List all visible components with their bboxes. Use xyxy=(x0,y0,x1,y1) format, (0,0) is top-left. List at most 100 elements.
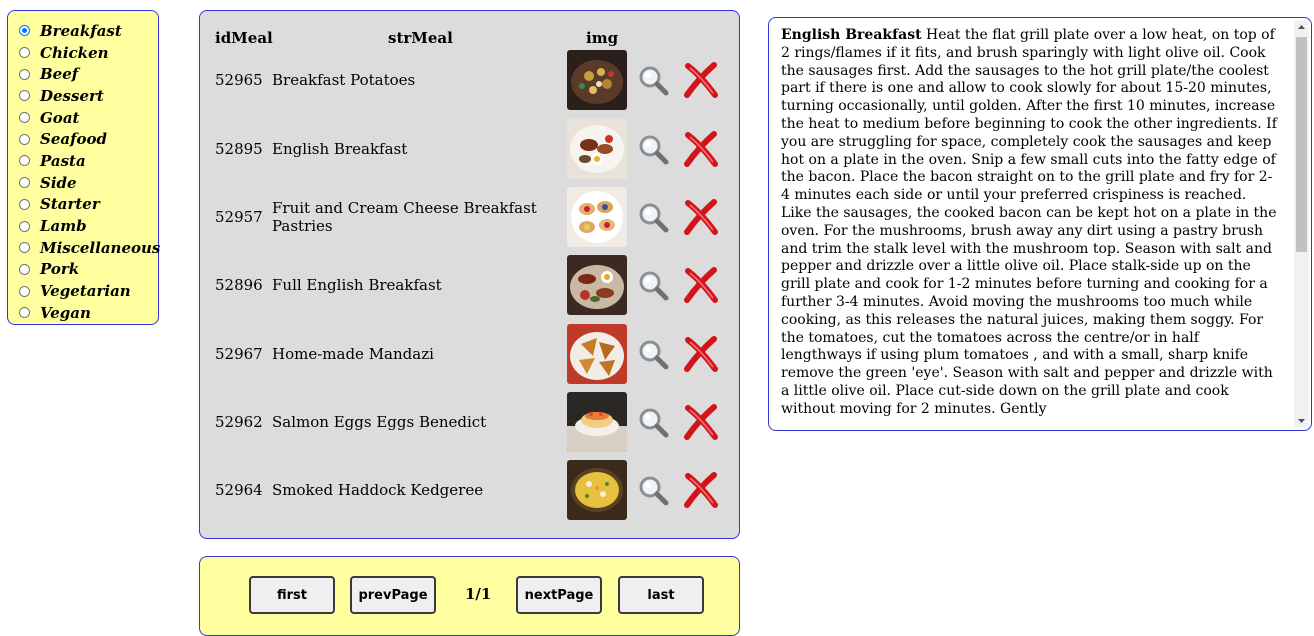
delete-x-icon[interactable] xyxy=(683,267,719,303)
meal-name: English Breakfast xyxy=(272,140,408,158)
pagination-bar: first prevPage 1/1 nextPage last xyxy=(199,556,740,636)
category-option-miscellaneous[interactable]: Miscellaneous xyxy=(19,237,160,259)
radio-button[interactable] xyxy=(19,155,30,167)
category-label[interactable]: Beef xyxy=(40,65,78,83)
delete-x-icon[interactable] xyxy=(683,62,719,98)
first-page-button[interactable]: first xyxy=(249,576,335,614)
meal-thumbnail xyxy=(567,392,627,452)
category-option-vegetarian[interactable]: Vegetarian xyxy=(19,280,158,302)
view-details-magnifier-icon[interactable] xyxy=(637,474,669,506)
meal-name: Breakfast Potatoes xyxy=(272,71,416,89)
meal-thumbnail xyxy=(567,187,627,247)
meal-thumbnail xyxy=(567,255,627,315)
meal-id: 52967 xyxy=(215,345,263,363)
radio-button[interactable] xyxy=(19,112,30,124)
scrollbar-thumb[interactable] xyxy=(1296,37,1307,252)
table-row: 52895 English Breakfast xyxy=(200,119,739,179)
view-details-magnifier-icon[interactable] xyxy=(637,64,669,96)
category-label[interactable]: Side xyxy=(40,174,77,192)
category-option-vegan[interactable]: Vegan xyxy=(19,302,158,324)
scroll-up-arrow-icon[interactable] xyxy=(1294,20,1309,34)
category-label[interactable]: Lamb xyxy=(40,217,87,235)
category-option-breakfast[interactable]: Breakfast xyxy=(19,20,158,42)
column-header-name: strMeal xyxy=(388,29,453,47)
meal-id: 52964 xyxy=(215,481,263,499)
category-label[interactable]: Miscellaneous xyxy=(40,239,160,257)
radio-button[interactable] xyxy=(19,220,30,232)
next-page-button[interactable]: nextPage xyxy=(516,576,602,614)
meal-name: Full English Breakfast xyxy=(272,276,442,294)
last-page-button[interactable]: last xyxy=(618,576,704,614)
category-option-pasta[interactable]: Pasta xyxy=(19,150,158,172)
instructions-body: Heat the flat grill plate over a low hea… xyxy=(781,27,1277,417)
column-header-id: idMeal xyxy=(215,29,273,47)
column-header-img: img xyxy=(586,29,619,47)
view-details-magnifier-icon[interactable] xyxy=(637,269,669,301)
category-radio-group: Breakfast Chicken Beef Dessert Goat Seaf… xyxy=(7,10,160,325)
category-option-lamb[interactable]: Lamb xyxy=(19,215,158,237)
category-label[interactable]: Chicken xyxy=(40,44,109,62)
table-row: 52965 Breakfast Potatoes xyxy=(200,50,739,110)
category-label[interactable]: Pasta xyxy=(40,152,86,170)
meal-id: 52962 xyxy=(215,413,263,431)
category-option-starter[interactable]: Starter xyxy=(19,194,158,216)
view-details-magnifier-icon[interactable] xyxy=(637,338,669,370)
radio-button[interactable] xyxy=(19,68,30,80)
delete-x-icon[interactable] xyxy=(683,336,719,372)
category-option-seafood[interactable]: Seafood xyxy=(19,128,158,150)
view-details-magnifier-icon[interactable] xyxy=(637,201,669,233)
delete-x-icon[interactable] xyxy=(683,199,719,235)
meal-instructions-panel[interactable]: English Breakfast Heat the flat grill pl… xyxy=(768,17,1312,431)
meal-name: Salmon Eggs Eggs Benedict xyxy=(272,413,487,431)
page-indicator: 1/1 xyxy=(465,585,492,603)
category-label[interactable]: Goat xyxy=(40,109,79,127)
table-row: 52964 Smoked Haddock Kedgeree xyxy=(200,460,739,520)
scrollbar[interactable] xyxy=(1294,20,1309,428)
view-details-magnifier-icon[interactable] xyxy=(637,406,669,438)
scroll-down-arrow-icon[interactable] xyxy=(1294,414,1309,428)
meal-id: 52957 xyxy=(215,208,263,226)
table-row: 52962 Salmon Eggs Eggs Benedict xyxy=(200,392,739,452)
radio-button[interactable] xyxy=(19,242,30,254)
radio-button[interactable] xyxy=(19,263,30,275)
meals-table: idMeal strMeal img 52965 Breakfast Potat… xyxy=(199,10,740,539)
delete-x-icon[interactable] xyxy=(683,472,719,508)
radio-button[interactable] xyxy=(19,177,30,189)
category-label[interactable]: Pork xyxy=(40,260,79,278)
instructions-text: English Breakfast Heat the flat grill pl… xyxy=(781,27,1281,419)
category-label[interactable]: Vegetarian xyxy=(40,282,131,300)
meal-thumbnail xyxy=(567,50,627,110)
radio-button[interactable] xyxy=(19,307,30,319)
delete-x-icon[interactable] xyxy=(683,131,719,167)
category-option-beef[interactable]: Beef xyxy=(19,63,158,85)
radio-button[interactable] xyxy=(19,198,30,210)
category-label[interactable]: Seafood xyxy=(40,130,107,148)
table-row: 52896 Full English Breakfast xyxy=(200,255,739,315)
category-label[interactable]: Breakfast xyxy=(40,22,122,40)
table-row: 52967 Home-made Mandazi xyxy=(200,324,739,384)
meal-name: Home-made Mandazi xyxy=(272,345,434,363)
meal-id: 52896 xyxy=(215,276,263,294)
view-details-magnifier-icon[interactable] xyxy=(637,133,669,165)
category-option-goat[interactable]: Goat xyxy=(19,107,158,129)
category-option-chicken[interactable]: Chicken xyxy=(19,42,158,64)
radio-button[interactable] xyxy=(19,90,30,102)
radio-button[interactable] xyxy=(19,285,30,297)
category-label[interactable]: Starter xyxy=(40,195,100,213)
meal-id: 52965 xyxy=(215,71,263,89)
meal-id: 52895 xyxy=(215,140,263,158)
category-label[interactable]: Dessert xyxy=(40,87,104,105)
radio-button[interactable] xyxy=(19,47,30,59)
delete-x-icon[interactable] xyxy=(683,404,719,440)
radio-button-checked[interactable] xyxy=(19,25,30,37)
meal-thumbnail xyxy=(567,460,627,520)
meal-thumbnail xyxy=(567,324,627,384)
category-label[interactable]: Vegan xyxy=(40,304,91,322)
prev-page-button[interactable]: prevPage xyxy=(350,576,436,614)
table-row: 52957 Fruit and Cream Cheese Breakfast P… xyxy=(200,187,739,247)
meal-name: Smoked Haddock Kedgeree xyxy=(272,481,484,499)
category-option-dessert[interactable]: Dessert xyxy=(19,85,158,107)
radio-button[interactable] xyxy=(19,133,30,145)
category-option-side[interactable]: Side xyxy=(19,172,158,194)
category-option-pork[interactable]: Pork xyxy=(19,259,158,281)
